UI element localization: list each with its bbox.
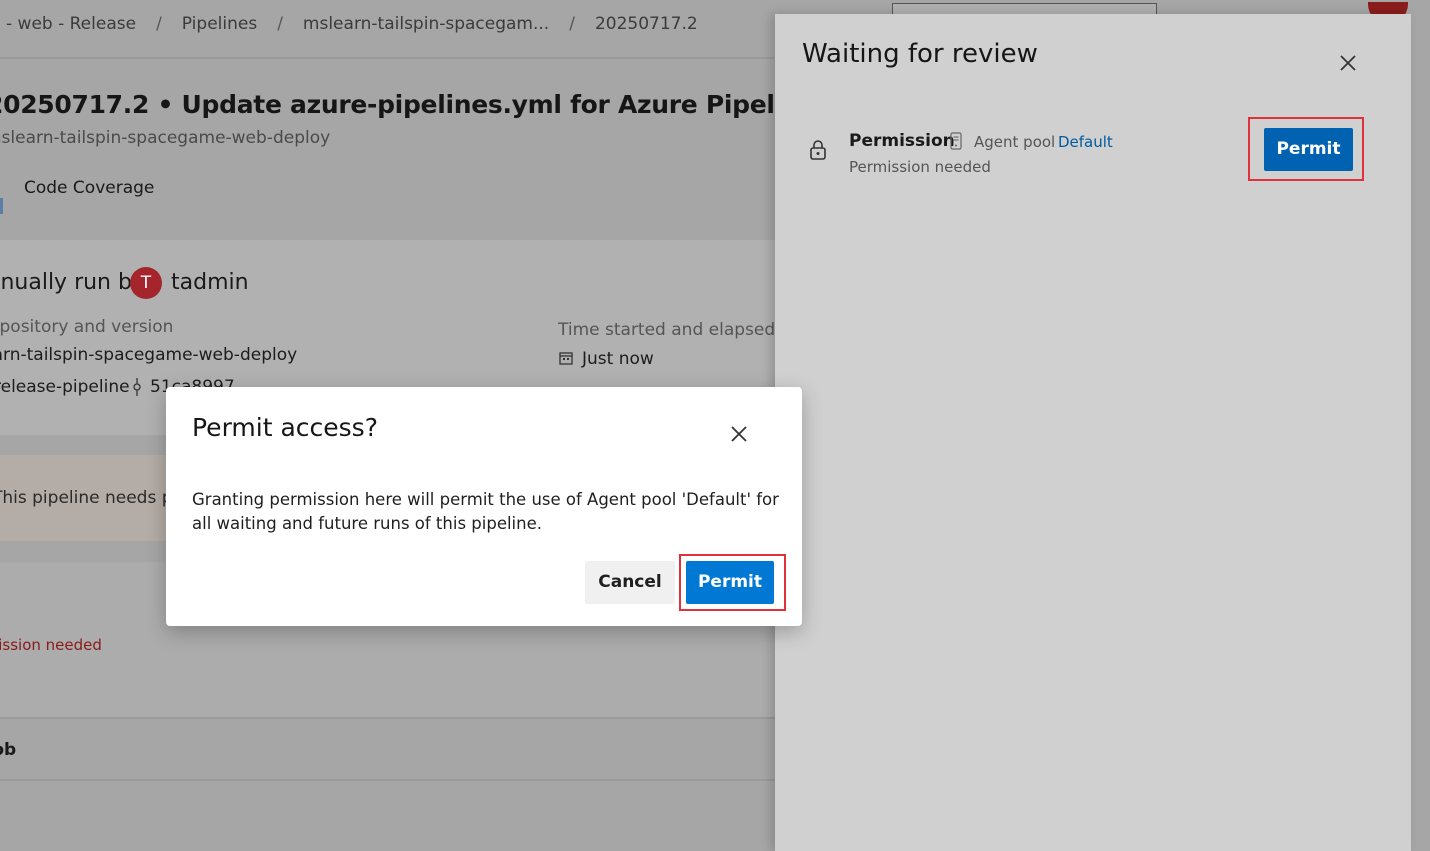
commit-icon (133, 378, 141, 396)
job-label[interactable]: Job (0, 740, 16, 760)
panel-title: Waiting for review (802, 39, 1038, 69)
breadcrumb: - web - Release / Pipelines / mslearn-tailsp… (6, 14, 698, 34)
agent-pool-label: Agent pool (974, 133, 1056, 151)
panel-permit-button[interactable]: Permit (1264, 128, 1353, 171)
avatar: T (130, 267, 162, 299)
close-icon[interactable] (1335, 50, 1361, 76)
breadcrumb-separator: / (277, 14, 283, 34)
run-title: 20250717.2 • Update azure-pipelines.yml … (0, 90, 832, 119)
divider (0, 779, 780, 781)
calendar-icon (559, 352, 573, 365)
time-label: Time started and elapsed (558, 320, 776, 340)
divider (0, 717, 780, 719)
breadcrumb-separator: / (156, 14, 162, 34)
permission-needed-status: Permission needed (0, 636, 102, 654)
repo-name[interactable]: mslearn-tailspin-spacegame-web-deploy (0, 345, 297, 365)
breadcrumb-item-project[interactable]: - web - Release (6, 14, 136, 34)
agent-pool-link[interactable]: Default (1058, 133, 1113, 151)
tab-code-coverage[interactable]: Code Coverage (24, 178, 154, 198)
lock-icon (810, 140, 826, 160)
run-by-user[interactable]: tadmin (171, 270, 249, 295)
dialog-title: Permit access? (192, 413, 378, 442)
repo-label: Repository and version (0, 317, 174, 337)
pipeline-name[interactable]: mslearn-tailspin-spacegame-web-deploy (0, 128, 330, 148)
breadcrumb-item-pipelines[interactable]: Pipelines (182, 14, 257, 34)
branch-name[interactable]: release-pipeline (0, 377, 130, 397)
permit-button[interactable]: Permit (686, 561, 774, 604)
divider (0, 57, 780, 59)
breadcrumb-item-pipeline[interactable]: mslearn-tailspin-spacegam... (303, 14, 549, 34)
agent-pool-icon (950, 132, 962, 150)
run-by-label: Manually run by (0, 270, 145, 295)
time-value: Just now (582, 349, 654, 369)
permission-status: Permission needed (849, 158, 991, 176)
cancel-button[interactable]: Cancel (585, 561, 675, 604)
waiting-for-review-panel: Waiting for review Permission Agent pool… (775, 14, 1411, 851)
dialog-message: Granting permission here will permit the… (192, 490, 779, 533)
permission-label: Permission (849, 131, 955, 151)
permit-access-dialog: Permit access? Granting permission here … (166, 387, 802, 626)
breadcrumb-item-run[interactable]: 20250717.2 (595, 14, 698, 34)
breadcrumb-separator: / (569, 14, 575, 34)
close-icon[interactable] (728, 423, 750, 445)
tab-indicator (0, 198, 3, 214)
